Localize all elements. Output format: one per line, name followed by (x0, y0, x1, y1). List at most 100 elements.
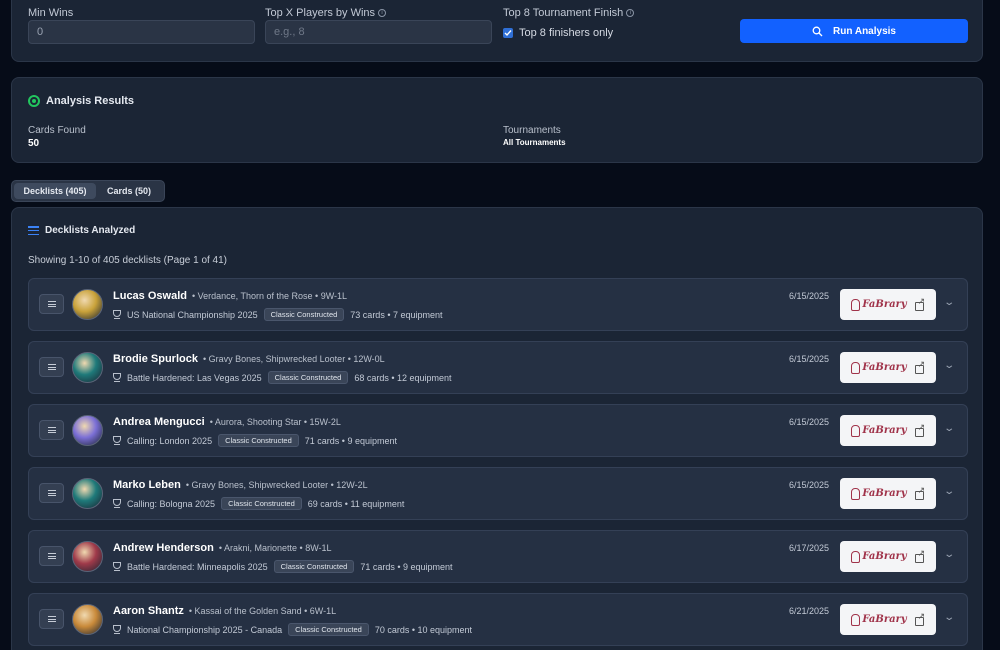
top8-label: Top 8 Tournament Finish i (503, 7, 635, 19)
format-badge: Classic Constructed (273, 560, 355, 573)
pagination-summary: Showing 1-10 of 405 decklists (Page 1 of… (28, 255, 228, 266)
fabrary-link-button[interactable]: FaBrary (840, 289, 936, 320)
card-counts: 71 cards • 9 equipment (304, 435, 397, 446)
trophy-icon (113, 562, 121, 571)
list-icon (47, 364, 56, 370)
tab-decklists[interactable]: Decklists (405) (14, 183, 96, 199)
list-icon (47, 490, 56, 496)
decklists-panel: Decklists Analyzed Showing 1-10 of 405 d… (11, 207, 983, 650)
hero-record: • Verdance, Thorn of the Rose • 9W-1L (191, 291, 348, 301)
format-badge: Classic Constructed (263, 308, 345, 321)
fabrary-link-button[interactable]: FaBrary (840, 604, 936, 635)
cards-found-value: 50 (28, 138, 40, 149)
decklist-date: 6/17/2025 (789, 543, 830, 553)
player-name: Marko Leben (113, 479, 181, 491)
chevron-down-icon[interactable]: ⌄ (943, 297, 955, 308)
checkmark-icon (504, 30, 512, 37)
top-x-label: Top X Players by Wins i (265, 7, 387, 19)
hero-avatar (72, 415, 103, 446)
top8-checkbox[interactable] (503, 28, 513, 38)
run-analysis-button[interactable]: Run Analysis (740, 19, 968, 43)
fabrary-logo: FaBrary (851, 613, 907, 626)
fabrary-logo: FaBrary (851, 361, 907, 374)
card-counts: 68 cards • 12 equipment (354, 372, 452, 383)
decklist-row[interactable]: Andrew Henderson • Arakni, Marionette • 8… (28, 530, 968, 583)
cards-found-label: Cards Found (28, 125, 86, 136)
fabrary-link-button[interactable]: FaBrary (840, 415, 936, 446)
decklists-title: Decklists Analyzed (28, 225, 135, 236)
tab-cards[interactable]: Cards (50) (98, 183, 160, 199)
decklist-date: 6/15/2025 (789, 480, 830, 490)
external-link-icon (914, 548, 925, 563)
event-name: National Championship 2025 - Canada (127, 624, 283, 635)
info-icon[interactable]: i (626, 9, 635, 17)
info-icon[interactable]: i (378, 9, 387, 17)
player-name: Brodie Spurlock (113, 353, 198, 365)
view-tabs: Decklists (405) Cards (50) (11, 180, 165, 202)
decklist-date: 6/21/2025 (789, 606, 830, 616)
decklist-row[interactable]: Brodie Spurlock • Gravy Bones, Shipwrecke… (28, 341, 968, 394)
list-icon (28, 226, 39, 235)
target-icon (28, 95, 40, 107)
hero-record: • Gravy Bones, Shipwrecked Looter • 12W-… (185, 480, 368, 490)
hero-record: • Arakni, Marionette • 8W-1L (218, 543, 332, 553)
fabrary-link-button[interactable]: FaBrary (840, 541, 936, 572)
fabrary-link-button[interactable]: FaBrary (840, 352, 936, 383)
trophy-icon (113, 436, 121, 445)
hero-avatar (72, 604, 103, 635)
event-name: Battle Hardened: Minneapolis 2025 (127, 561, 268, 572)
trophy-icon (113, 625, 121, 634)
fabrary-logo: FaBrary (851, 298, 907, 311)
event-name: Calling: London 2025 (127, 435, 213, 446)
external-link-icon (914, 296, 925, 311)
format-badge: Classic Constructed (221, 497, 302, 510)
filters-panel: Min Wins 0 Top X Players by Wins i e.g., … (11, 0, 983, 62)
external-link-icon (914, 611, 925, 626)
view-decklist-button[interactable] (39, 294, 64, 314)
fabrary-logo: FaBrary (851, 487, 907, 500)
decklist-date: 6/15/2025 (789, 354, 830, 364)
decklist-date: 6/15/2025 (789, 291, 830, 301)
list-icon (47, 616, 56, 622)
fabrary-link-button[interactable]: FaBrary (840, 478, 936, 509)
list-icon (47, 553, 56, 559)
player-name: Aaron Shantz (113, 605, 184, 617)
view-decklist-button[interactable] (39, 420, 64, 440)
tournaments-label: Tournaments (503, 125, 561, 136)
view-decklist-button[interactable] (39, 609, 64, 629)
trophy-icon (113, 310, 121, 319)
hero-record: • Gravy Bones, Shipwrecked Looter • 12W-… (202, 354, 385, 364)
list-icon (47, 427, 56, 433)
chevron-down-icon[interactable]: ⌄ (943, 612, 955, 623)
decklist-row[interactable]: Lucas Oswald • Verdance, Thorn of the Ros… (28, 278, 968, 331)
hero-record: • Aurora, Shooting Star • 15W-2L (209, 417, 341, 427)
top8-checkbox-label: Top 8 finishers only (519, 27, 614, 39)
hero-record: • Kassai of the Golden Sand • 6W-1L (188, 606, 337, 616)
view-decklist-button[interactable] (39, 546, 64, 566)
event-name: US National Championship 2025 (127, 309, 258, 320)
external-link-icon (914, 485, 925, 500)
card-counts: 73 cards • 7 equipment (350, 309, 443, 320)
decklist-row[interactable]: Marko Leben • Gravy Bones, Shipwrecked Lo… (28, 467, 968, 520)
min-wins-input[interactable]: 0 (28, 20, 255, 44)
card-counts: 69 cards • 11 equipment (307, 498, 405, 509)
view-decklist-button[interactable] (39, 483, 64, 503)
run-analysis-label: Run Analysis (833, 25, 896, 37)
player-name: Andrea Mengucci (113, 416, 205, 428)
decklist-row[interactable]: Andrea Mengucci • Aurora, Shooting Star •… (28, 404, 968, 457)
chevron-down-icon[interactable]: ⌄ (943, 360, 955, 371)
top-x-input[interactable]: e.g., 8 (265, 20, 492, 44)
event-name: Calling: Bologna 2025 (127, 498, 216, 509)
player-name: Andrew Henderson (113, 542, 214, 554)
format-badge: Classic Constructed (288, 623, 369, 636)
chevron-down-icon[interactable]: ⌄ (943, 486, 955, 497)
trophy-icon (113, 499, 121, 508)
fabrary-logo: FaBrary (851, 550, 907, 563)
top8-checkbox-row[interactable]: Top 8 finishers only (503, 27, 613, 39)
tournaments-value: All Tournaments (503, 138, 566, 147)
hero-avatar (72, 478, 103, 509)
view-decklist-button[interactable] (39, 357, 64, 377)
decklist-row[interactable]: Aaron Shantz • Kassai of the Golden Sand … (28, 593, 968, 646)
chevron-down-icon[interactable]: ⌄ (943, 423, 955, 434)
chevron-down-icon[interactable]: ⌄ (943, 549, 955, 560)
